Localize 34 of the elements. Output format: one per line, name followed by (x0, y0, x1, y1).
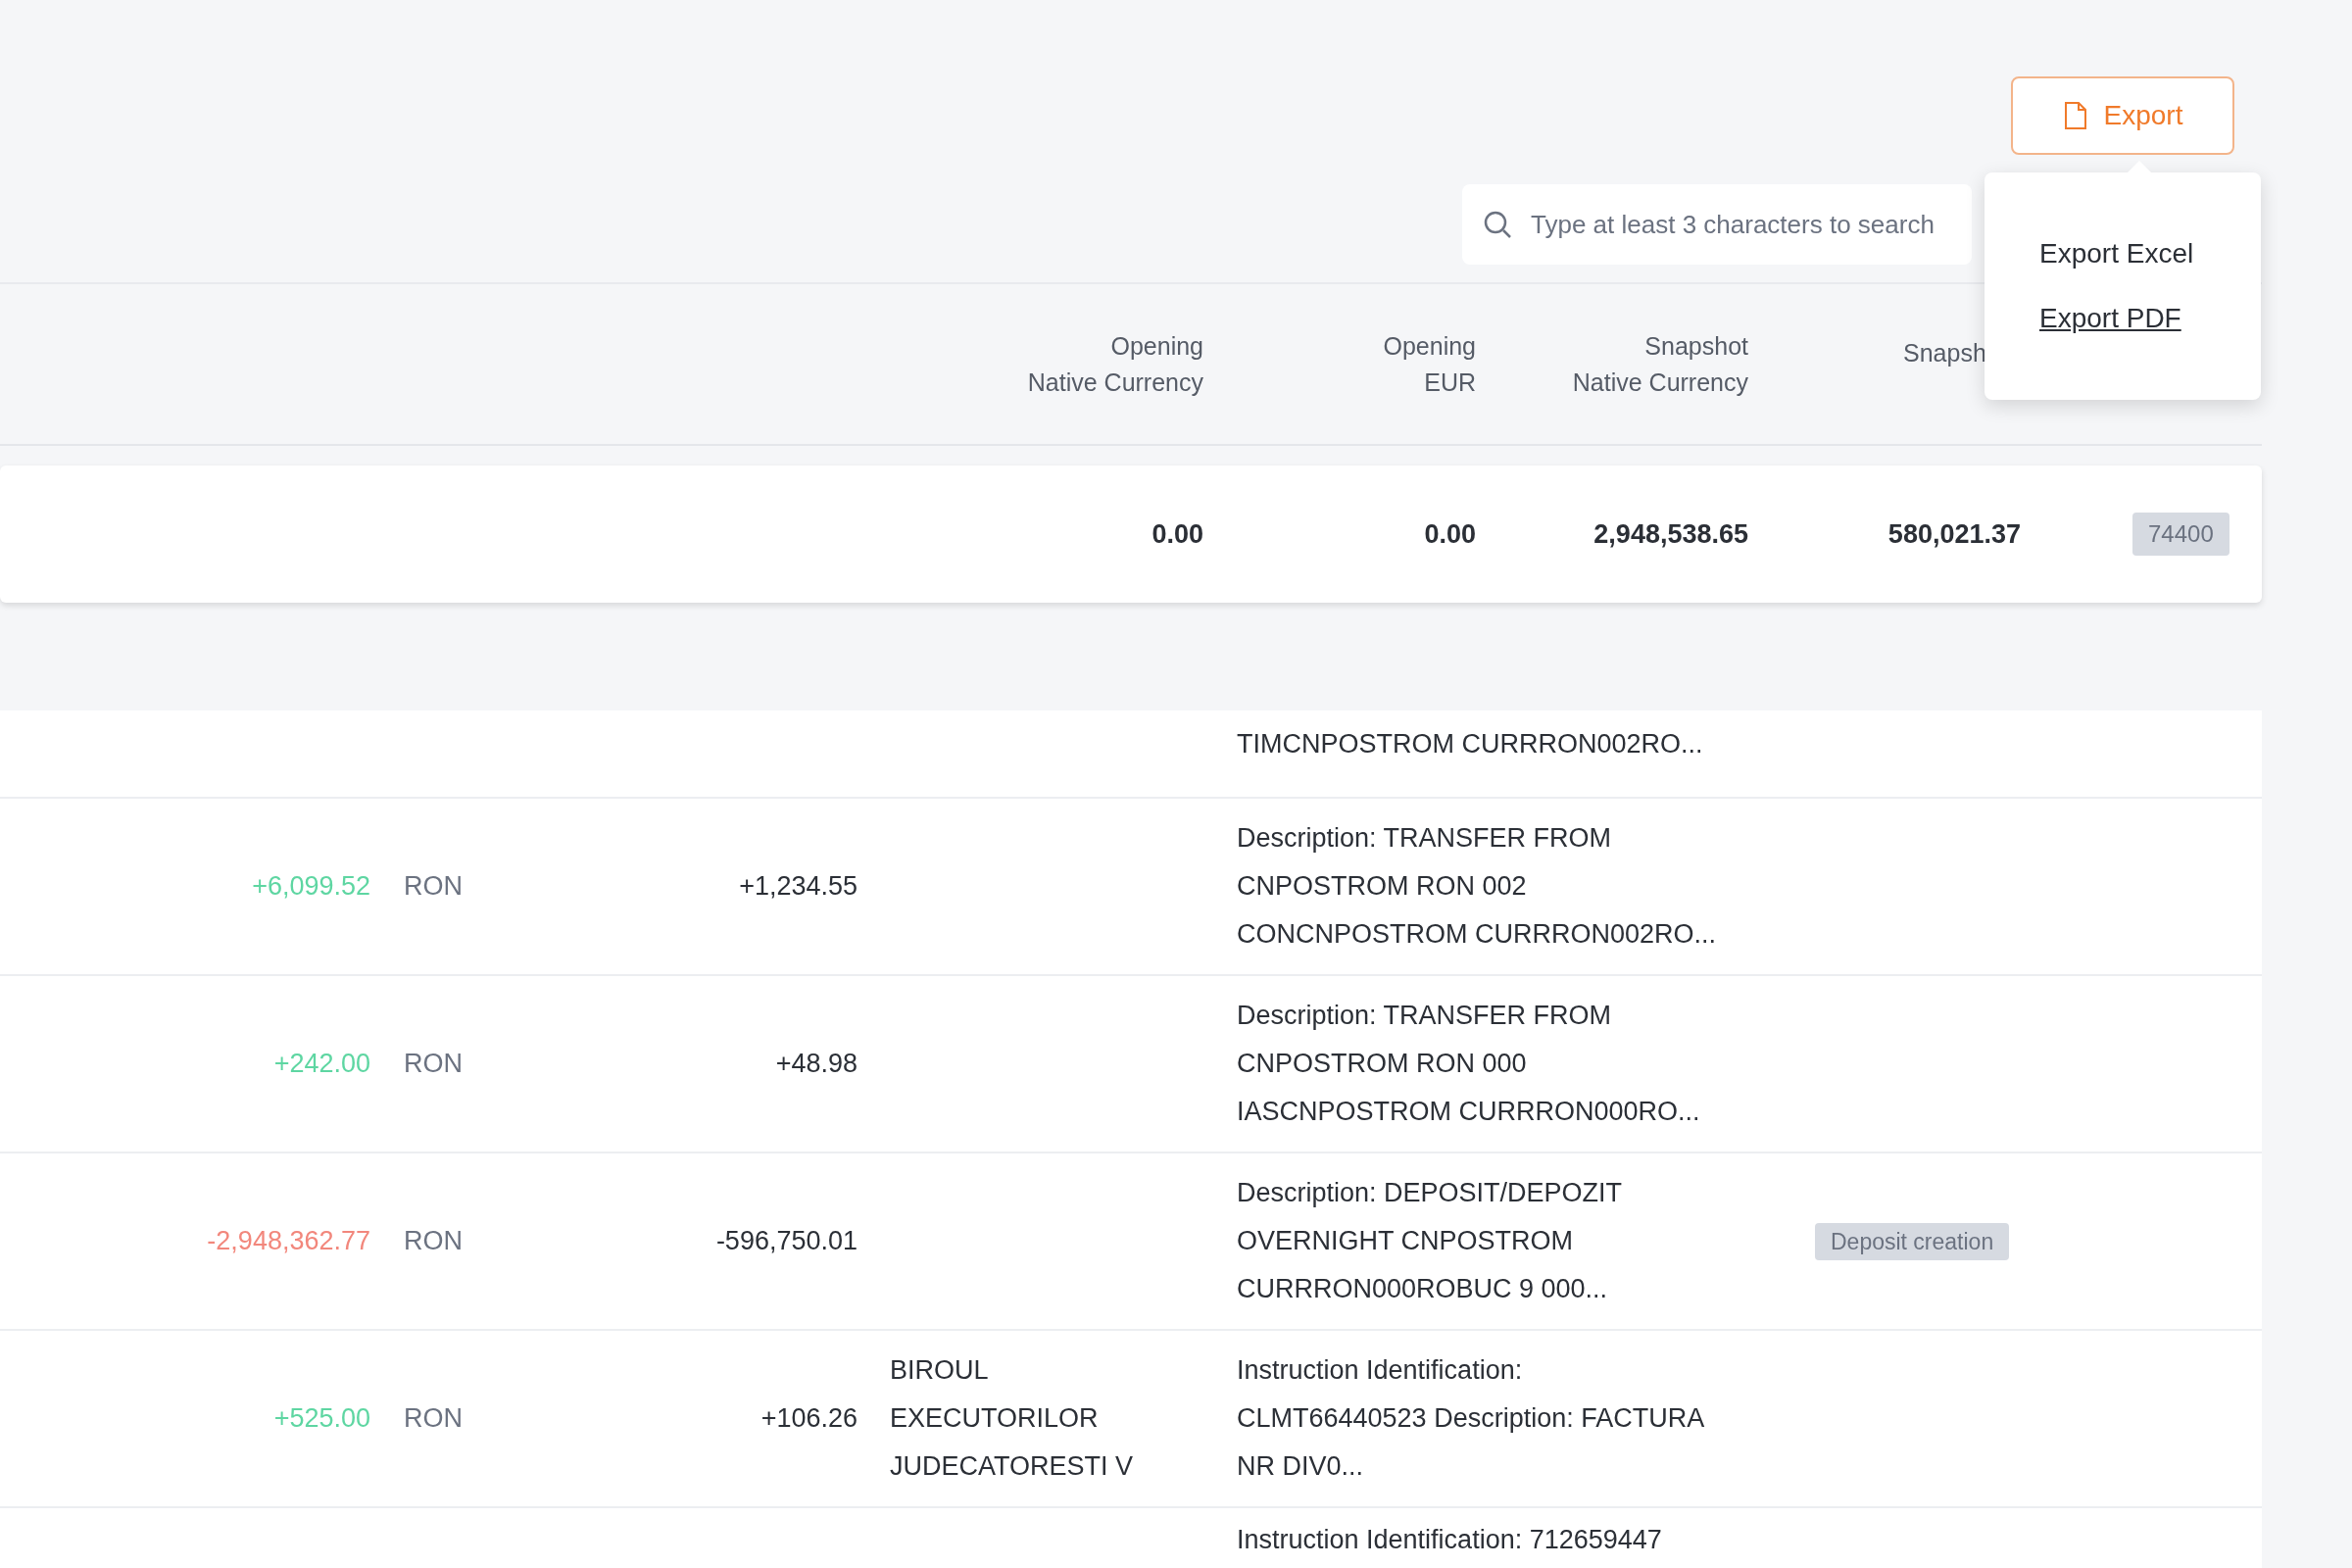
column-header: Opening EUR (1382, 330, 1476, 398)
description: Description: TRANSFER FROM CNPOSTROM RON 002 CONCNPOSTROM CURRRON002RO... (1237, 822, 1718, 951)
summary-value: 0.00 (1423, 517, 1476, 551)
description: Description: DEPOSIT/DEPOZIT OVERNIGHT CNPOSTROM CURRRON000ROBUC 9 000... (1237, 1177, 1624, 1305)
amount: -2,948,362.77 (207, 1226, 370, 1255)
description: TIMCNPOSTROM CURRRON002RO... (1237, 728, 1704, 760)
menu-item[interactable]: Export PDF (2039, 298, 2181, 339)
search-icon (1482, 209, 1513, 240)
amount: +525.00 (273, 1403, 370, 1433)
column-header: Opening Native Currency (1026, 330, 1203, 398)
count-badge: 74400 (2132, 513, 2230, 556)
description: Instruction Identification: CLMT66440523 Description: FACTURA NR DIV0... (1237, 1354, 1706, 1483)
column-header: Snapsh (1903, 338, 1986, 368)
summary-value: 0.00 (1151, 517, 1203, 551)
amount-eur: +1,234.55 (739, 871, 858, 901)
currency: RON (404, 1403, 463, 1433)
document-icon (2062, 101, 2088, 130)
search-field[interactable]: Type at least 3 characters to search (1462, 184, 1972, 265)
summary-value: 2,948,538.65 (1592, 517, 1748, 551)
currency: RON (404, 871, 463, 901)
summary-value: 580,021.37 (1886, 517, 2021, 551)
amount: +242.00 (273, 1049, 370, 1078)
currency: RON (404, 1049, 463, 1078)
description: Description: TRANSFER FROM CNPOSTROM RON 000 IASCNPOSTROM CURRRON000RO... (1237, 1000, 1701, 1128)
amount-eur: +48.98 (775, 1049, 858, 1078)
amount: +6,099.52 (252, 871, 370, 901)
amount-eur: -596,750.01 (715, 1226, 858, 1255)
amount-eur: +106.26 (760, 1403, 858, 1433)
currency: RON (404, 1226, 463, 1255)
menu-item[interactable]: Export Excel (2039, 233, 2194, 274)
column-header: Snapshot Native Currency (1571, 330, 1748, 398)
description: Instruction Identification: 712659447 (1237, 1524, 1663, 1556)
tag: Deposit creation (1815, 1222, 2010, 1260)
counterparty: BIROUL EXECUTORILOR JUDECATORESTI V (890, 1354, 1135, 1483)
